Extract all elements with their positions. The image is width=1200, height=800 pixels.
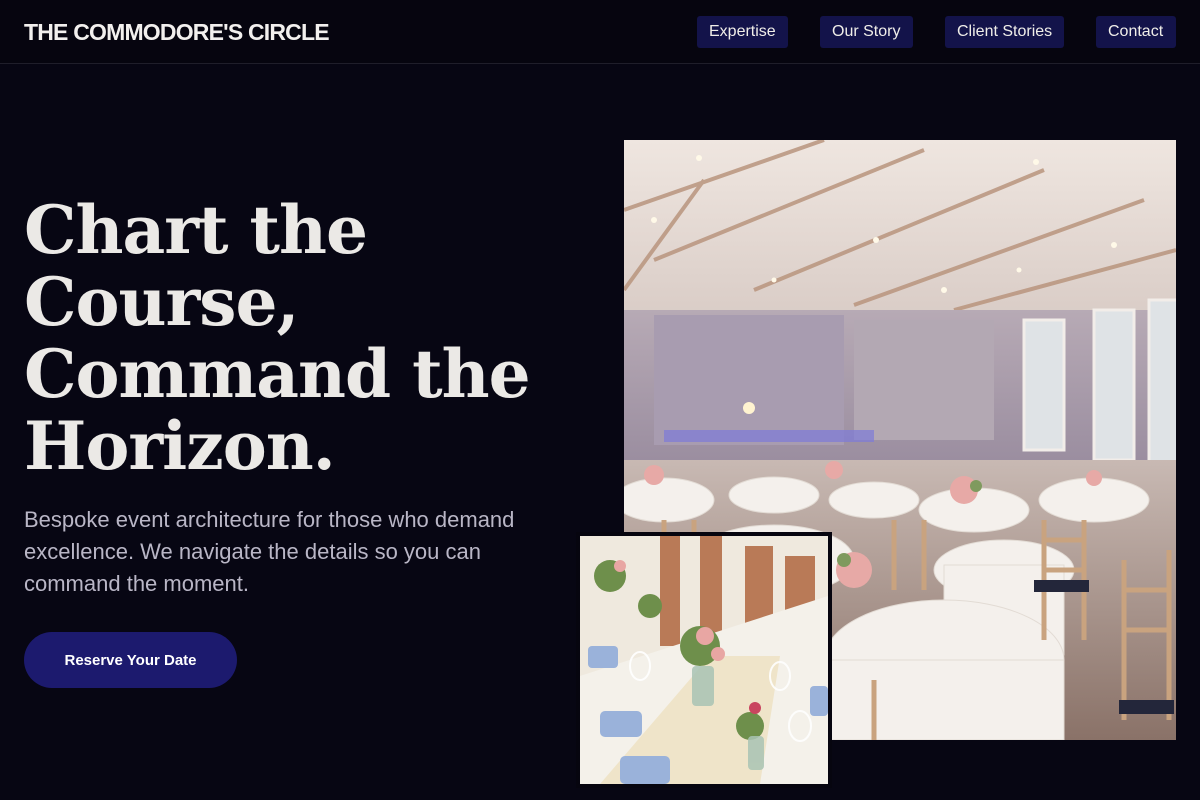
nav-contact[interactable]: Contact xyxy=(1096,16,1176,48)
hero-title-line: Chart the xyxy=(24,191,368,269)
site-header: THE COMMODORE'S CIRCLE Expertise Our Sto… xyxy=(0,0,1200,64)
hero-title-line: Course, xyxy=(24,263,299,341)
reserve-date-button[interactable]: Reserve Your Date xyxy=(24,632,237,688)
brand-logo[interactable]: THE COMMODORE'S CIRCLE xyxy=(24,18,330,46)
hero-title: Chart the Course, Command the Horizon. xyxy=(24,194,584,482)
hero-title-line: Command the xyxy=(24,335,531,413)
nav-expertise[interactable]: Expertise xyxy=(697,16,788,48)
nav-our-story[interactable]: Our Story xyxy=(820,16,913,48)
hero-title-line: Horizon. xyxy=(24,407,336,485)
nav-client-stories[interactable]: Client Stories xyxy=(945,16,1064,48)
table-centerpiece-image xyxy=(576,532,832,788)
hero-subtitle: Bespoke event architecture for those who… xyxy=(24,507,515,596)
main-nav: Expertise Our Story Client Stories Conta… xyxy=(697,16,1176,48)
table-centerpiece-illustration xyxy=(580,536,828,784)
